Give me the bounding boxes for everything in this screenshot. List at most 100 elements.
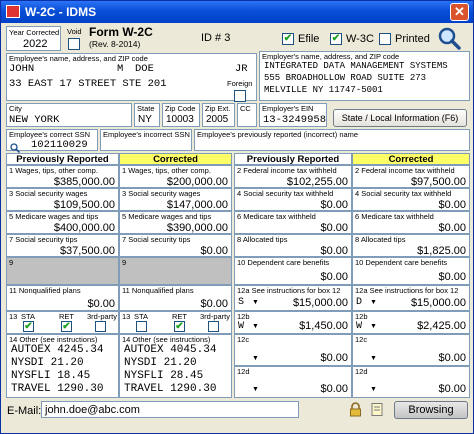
incorrect-ssn-box[interactable]: Employee's incorrect SSN (100, 129, 192, 151)
box11-corrected-value[interactable]: $0.00 (200, 298, 228, 310)
box12d-corrected-value[interactable]: $0.00 (438, 383, 466, 395)
box1-previous-value[interactable]: $385,000.00 (54, 176, 115, 188)
box13-corrected-sta-checkbox[interactable] (136, 321, 147, 332)
box12d-previous-dropdown-icon[interactable]: ▼ (252, 386, 259, 393)
box7-previous-value[interactable]: $37,500.00 (60, 245, 115, 257)
email-value[interactable]: john.doe@abc.com (45, 404, 140, 416)
note-icon[interactable] (370, 402, 385, 417)
box13-corrected-third-checkbox[interactable] (208, 321, 219, 332)
employer-line-1[interactable]: INTEGRATED DATA MANAGEMENT SYSTEMS (264, 61, 448, 71)
zip-value[interactable]: 10003 (166, 114, 194, 125)
box12a-previous-code[interactable]: S (238, 297, 244, 308)
browsing-button[interactable]: Browsing (394, 401, 468, 419)
employer-ein-box[interactable]: Employer's EIN 13-3249958 (259, 103, 327, 127)
box2-previous-value[interactable]: $102,255.00 (287, 176, 348, 188)
box1-corrected-value[interactable]: $200,000.00 (167, 176, 228, 188)
box5-previous[interactable]: 5 Medicare wages and tips $400,000.00 (6, 211, 119, 234)
box12d-previous-value[interactable]: $0.00 (320, 383, 348, 395)
box8-corrected[interactable]: 8 Allocated tips $1,825.00 (352, 234, 470, 257)
box10-previous-value[interactable]: $0.00 (320, 271, 348, 283)
box11-previous[interactable]: 11 Nonqualified plans $0.00 (6, 285, 119, 311)
box12b-previous-dropdown-icon[interactable]: ▼ (252, 323, 259, 330)
box5-corrected-value[interactable]: $390,000.00 (167, 222, 228, 234)
employer-ein-value[interactable]: 13-3249958 (263, 114, 326, 126)
box12c-previous-dropdown-icon[interactable]: ▼ (252, 355, 259, 362)
employer-box[interactable]: Employer's name, address, and ZIP code I… (259, 51, 470, 101)
employee-last-name[interactable]: DOE (135, 63, 154, 75)
correct-ssn-box[interactable]: Employee's correct SSN 102110029 (6, 129, 98, 154)
ssn-search-icon[interactable] (10, 140, 21, 154)
box12d-corrected-dropdown-icon[interactable]: ▼ (370, 386, 377, 393)
zip-ext-value[interactable]: 2005 (206, 114, 228, 125)
box14-corrected-line-3[interactable]: NYSFLI 28.45 (124, 370, 203, 382)
box4-corrected[interactable]: 4 Social security tax withheld $0.00 (352, 188, 470, 211)
box12d-corrected[interactable]: 12d ▼ $0.00 (352, 366, 470, 398)
box12c-previous[interactable]: 12c ▼ $0.00 (234, 334, 352, 366)
box2-corrected[interactable]: 2 Federal income tax withheld $97,500.00 (352, 165, 470, 188)
employee-first-name[interactable]: JOHN (9, 63, 34, 75)
box11-previous-value[interactable]: $0.00 (87, 298, 115, 310)
box12a-corrected-dropdown-icon[interactable]: ▼ (370, 299, 377, 306)
box6-corrected[interactable]: 6 Medicare tax withheld $0.00 (352, 211, 470, 234)
box12a-previous-dropdown-icon[interactable]: ▼ (252, 299, 259, 306)
void-checkbox[interactable] (68, 38, 80, 50)
zip-ext-box[interactable]: Zip Ext. 2005 (202, 103, 235, 127)
box12b-previous-value[interactable]: $1,450.00 (299, 320, 348, 332)
box8-previous[interactable]: 8 Allocated tips $0.00 (234, 234, 352, 257)
city-box[interactable]: City NEW YORK (6, 103, 132, 127)
box3-corrected-value[interactable]: $147,000.00 (167, 199, 228, 211)
box12b-previous-code[interactable]: W (238, 321, 244, 332)
box12a-corrected-value[interactable]: $15,000.00 (411, 297, 466, 309)
box1-previous[interactable]: 1 Wages, tips, other comp. $385,000.00 (6, 165, 119, 188)
box12b-corrected-dropdown-icon[interactable]: ▼ (370, 323, 377, 330)
box3-corrected[interactable]: 3 Social security wages $147,000.00 (119, 188, 232, 211)
box12b-corrected-code[interactable]: W (356, 321, 362, 332)
box13-corrected-ret-checkbox[interactable]: ✔ (174, 321, 185, 332)
email-input[interactable]: john.doe@abc.com (41, 401, 299, 418)
efile-checkbox[interactable]: ✔ (282, 33, 294, 45)
box2-corrected-value[interactable]: $97,500.00 (411, 176, 466, 188)
country-code-box[interactable]: CC (237, 103, 257, 127)
title-bar[interactable]: W-2C - IDMS ✕ (1, 1, 473, 23)
state-value[interactable]: NY (138, 114, 152, 125)
box13-previous-third-checkbox[interactable] (95, 321, 106, 332)
box12a-corrected-code[interactable]: D (356, 297, 362, 308)
box13-previous-sta-checkbox[interactable]: ✔ (23, 321, 34, 332)
box7-corrected-value[interactable]: $0.00 (200, 245, 228, 257)
box4-previous[interactable]: 4 Social security tax withheld $0.00 (234, 188, 352, 211)
year-corrected-box[interactable]: Year Corrected 2022 (6, 26, 61, 51)
box6-previous-value[interactable]: $0.00 (320, 222, 348, 234)
employee-suffix[interactable]: JR (235, 63, 248, 75)
state-box[interactable]: State NY (134, 103, 160, 127)
printed-checkbox[interactable] (379, 33, 391, 45)
box6-corrected-value[interactable]: $0.00 (438, 222, 466, 234)
box8-corrected-value[interactable]: $1,825.00 (417, 245, 466, 257)
box12b-corrected[interactable]: 12b W ▼ $2,425.00 (352, 311, 470, 334)
box12a-corrected[interactable]: 12a See instructions for box 12 D ▼ $15,… (352, 285, 470, 311)
box14-previous-line-2[interactable]: NYSDI 21.20 (11, 357, 84, 369)
box4-corrected-value[interactable]: $0.00 (438, 199, 466, 211)
box12b-corrected-value[interactable]: $2,425.00 (417, 320, 466, 332)
box14-previous-line-3[interactable]: NYSFLI 18.45 (11, 370, 90, 382)
box7-corrected[interactable]: 7 Social security tips $0.00 (119, 234, 232, 257)
box12c-corrected-dropdown-icon[interactable]: ▼ (370, 355, 377, 362)
box14-corrected-line-2[interactable]: NYSDI 21.20 (124, 357, 197, 369)
box13-previous-ret-checkbox[interactable]: ✔ (61, 321, 72, 332)
box11-corrected[interactable]: 11 Nonqualified plans $0.00 (119, 285, 232, 311)
box1-corrected[interactable]: 1 Wages, tips, other comp. $200,000.00 (119, 165, 232, 188)
employee-middle-initial[interactable]: M (117, 63, 123, 75)
box12c-corrected-value[interactable]: $0.00 (438, 352, 466, 364)
correct-ssn-value[interactable]: 102110029 (31, 139, 88, 151)
box10-corrected[interactable]: 10 Dependent care benefits $0.00 (352, 257, 470, 285)
box8-previous-value[interactable]: $0.00 (320, 245, 348, 257)
box14-previous-line-4[interactable]: TRAVEL 1290.30 (11, 383, 103, 395)
zip-box[interactable]: Zip Code 10003 (162, 103, 200, 127)
close-button[interactable]: ✕ (450, 3, 469, 21)
box12b-previous[interactable]: 12b W ▼ $1,450.00 (234, 311, 352, 334)
box12a-previous-value[interactable]: $15,000.00 (293, 297, 348, 309)
box5-corrected[interactable]: 5 Medicare wages and tips $390,000.00 (119, 211, 232, 234)
w3c-checkbox[interactable]: ✔ (330, 33, 342, 45)
box3-previous-value[interactable]: $109,500.00 (54, 199, 115, 211)
box7-previous[interactable]: 7 Social security tips $37,500.00 (6, 234, 119, 257)
previous-name-box[interactable]: Employee's previously reported (incorrec… (194, 129, 470, 151)
